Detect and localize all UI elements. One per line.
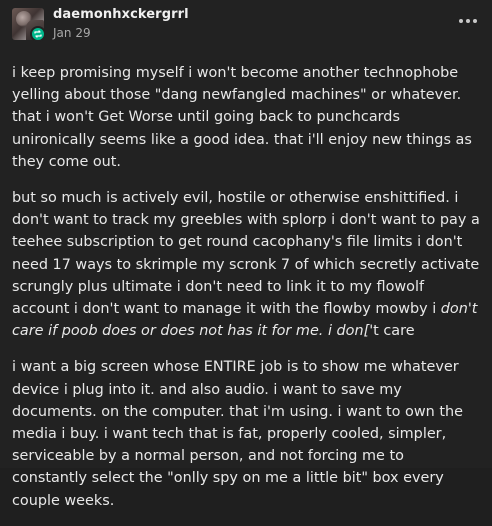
menu-dot <box>473 19 477 23</box>
paragraph-text: but so much is actively evil, hostile or… <box>12 190 480 318</box>
post-paragraph: i want a big screen whose ENTIRE job is … <box>12 356 482 511</box>
post-card: daemonhxckergrrl Jan 29 i keep promising… <box>0 0 492 509</box>
post-date[interactable]: Jan 29 <box>53 26 91 40</box>
paragraph-text: i want a big screen whose ENTIRE job is … <box>12 359 463 509</box>
menu-dot <box>459 19 463 23</box>
post-header: daemonhxckergrrl Jan 29 <box>12 7 480 42</box>
post-paragraph: but so much is actively evil, hostile or… <box>12 187 482 342</box>
post-body: i keep promising myself i won't become a… <box>12 62 482 526</box>
post-paragraph: i keep promising myself i won't become a… <box>12 62 482 173</box>
more-options-icon[interactable] <box>456 12 480 30</box>
paragraph-text-tail: 't care <box>369 323 415 340</box>
username-link[interactable]: daemonhxckergrrl <box>53 7 189 22</box>
reblog-icon <box>30 26 46 42</box>
menu-dot <box>466 19 470 23</box>
paragraph-text: i keep promising myself i won't become a… <box>12 65 472 170</box>
